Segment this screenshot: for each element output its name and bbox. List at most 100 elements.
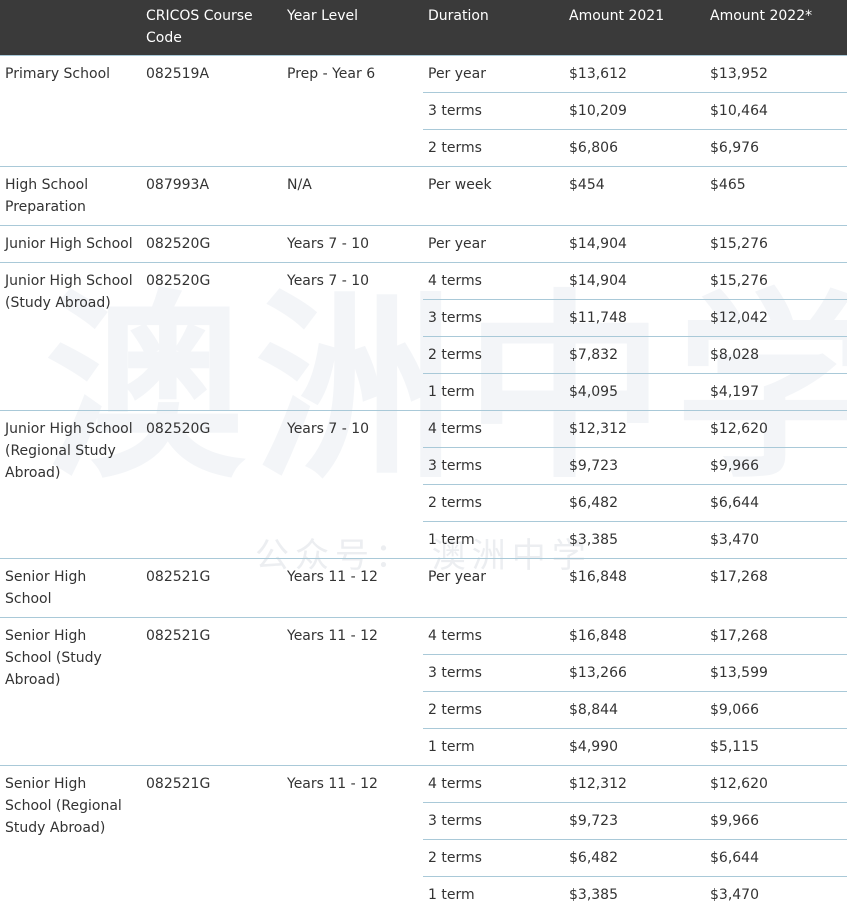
amount-2022-cell: $12,042 xyxy=(705,298,847,336)
program-name-cell: Junior High School (Regional Study Abroa… xyxy=(0,409,141,558)
duration-cell: 4 terms xyxy=(423,616,564,654)
amount-2021-cell: $8,844 xyxy=(564,690,705,728)
table-header: CRICOS Course Code Year Level Duration A… xyxy=(0,0,847,55)
table-row: Senior High School 082521G Years 11 - 12 Pe… xyxy=(0,557,847,617)
duration-cell: 4 terms xyxy=(423,261,564,299)
amount-2021-cell: $14,904 xyxy=(564,261,705,299)
amount-2021-cell: $3,385 xyxy=(564,875,705,913)
year-level-cell: Prep - Year 6 xyxy=(282,54,423,166)
amount-2022-cell: $8,028 xyxy=(705,335,847,373)
program-name-cell: Primary School xyxy=(0,54,141,166)
year-level-cell: Years 11 - 12 xyxy=(282,616,423,765)
header-year-level: Year Level xyxy=(287,8,359,24)
header-amount-2021: Amount 2021 xyxy=(569,8,665,24)
cricos-code-cell: 082520G xyxy=(141,409,282,558)
header-amount-2022: Amount 2022* xyxy=(710,8,813,24)
amount-2022-cell: $10,464 xyxy=(705,91,847,129)
table-row: Primary School 082519A Prep - Year 6 Per ye… xyxy=(0,54,847,166)
amount-2022-cell: $3,470 xyxy=(705,875,847,913)
amount-2021-cell: $14,904 xyxy=(564,224,705,262)
duration-cell: 1 term xyxy=(423,520,564,558)
duration-cell: Per year xyxy=(423,557,564,617)
amount-2021-cell: $9,723 xyxy=(564,446,705,484)
cricos-code-cell: 087993A xyxy=(141,165,282,225)
amount-2021-cell: $4,095 xyxy=(564,372,705,410)
table-body: Primary School 082519A Prep - Year 6 Per ye… xyxy=(0,54,847,913)
amount-2022-cell: $17,268 xyxy=(705,616,847,654)
program-name-cell: Senior High School xyxy=(0,557,141,617)
header-program xyxy=(0,0,141,55)
cricos-code-cell: 082520G xyxy=(141,224,282,262)
program-name-cell: High School Preparation xyxy=(0,165,141,225)
duration-cell: 3 terms xyxy=(423,653,564,691)
amount-2021-cell: $6,482 xyxy=(564,838,705,876)
amount-2021-cell: $6,806 xyxy=(564,128,705,166)
amount-2021-cell: $6,482 xyxy=(564,483,705,521)
program-name-cell: Senior High School (Regional Study Abroa… xyxy=(0,764,141,913)
year-level-cell: Years 11 - 12 xyxy=(282,557,423,617)
amount-2022-cell: $13,952 xyxy=(705,54,847,92)
amount-2021-cell: $11,748 xyxy=(564,298,705,336)
header-cricos-code: CRICOS Course Code xyxy=(146,8,253,46)
duration-cell: Per week xyxy=(423,165,564,225)
header-row: CRICOS Course Code Year Level Duration A… xyxy=(0,0,847,55)
amount-2021-cell: $3,385 xyxy=(564,520,705,558)
header-duration: Duration xyxy=(428,8,489,24)
cricos-code-cell: 082520G xyxy=(141,261,282,410)
tuition-fees-table: CRICOS Course Code Year Level Duration A… xyxy=(0,0,847,913)
year-level-cell: Years 7 - 10 xyxy=(282,224,423,262)
amount-2022-cell: $6,644 xyxy=(705,483,847,521)
amount-2022-cell: $17,268 xyxy=(705,557,847,617)
table-row: Junior High School (Regional Study Abroa… xyxy=(0,409,847,558)
amount-2022-cell: $5,115 xyxy=(705,727,847,765)
amount-2022-cell: $9,966 xyxy=(705,801,847,839)
duration-cell: 2 terms xyxy=(423,483,564,521)
amount-2022-cell: $6,976 xyxy=(705,128,847,166)
duration-cell: 3 terms xyxy=(423,446,564,484)
year-level-cell: Years 11 - 12 xyxy=(282,764,423,913)
duration-cell: Per year xyxy=(423,224,564,262)
duration-cell: 1 term xyxy=(423,372,564,410)
duration-cell: 3 terms xyxy=(423,298,564,336)
duration-cell: 2 terms xyxy=(423,838,564,876)
amount-2022-cell: $12,620 xyxy=(705,409,847,447)
amount-2021-cell: $16,848 xyxy=(564,616,705,654)
duration-cell: 2 terms xyxy=(423,690,564,728)
year-level-cell: Years 7 - 10 xyxy=(282,409,423,558)
duration-cell: Per year xyxy=(423,54,564,92)
program-name-cell: Junior High School (Study Abroad) xyxy=(0,261,141,410)
cricos-code-cell: 082519A xyxy=(141,54,282,166)
amount-2022-cell: $9,966 xyxy=(705,446,847,484)
table-row: High School Preparation 087993A N/A Per wee… xyxy=(0,165,847,225)
duration-cell: 3 terms xyxy=(423,91,564,129)
amount-2021-cell: $10,209 xyxy=(564,91,705,129)
amount-2021-cell: $13,266 xyxy=(564,653,705,691)
program-name-cell: Senior High School (Study Abroad) xyxy=(0,616,141,765)
cricos-code-cell: 082521G xyxy=(141,616,282,765)
cricos-code-cell: 082521G xyxy=(141,764,282,913)
amount-2022-cell: $13,599 xyxy=(705,653,847,691)
duration-cell: 1 term xyxy=(423,727,564,765)
amount-2022-cell: $15,276 xyxy=(705,261,847,299)
year-level-cell: Years 7 - 10 xyxy=(282,261,423,410)
duration-cell: 2 terms xyxy=(423,335,564,373)
program-name-cell: Junior High School xyxy=(0,224,141,262)
amount-2022-cell: $3,470 xyxy=(705,520,847,558)
table-row: Junior High School (Study Abroad) 082520G… xyxy=(0,261,847,410)
cricos-code-cell: 082521G xyxy=(141,557,282,617)
year-level-cell: N/A xyxy=(282,165,423,225)
amount-2022-cell: $15,276 xyxy=(705,224,847,262)
duration-cell: 1 term xyxy=(423,875,564,913)
amount-2021-cell: $7,832 xyxy=(564,335,705,373)
amount-2021-cell: $16,848 xyxy=(564,557,705,617)
amount-2021-cell: $454 xyxy=(564,165,705,225)
amount-2021-cell: $4,990 xyxy=(564,727,705,765)
duration-cell: 4 terms xyxy=(423,409,564,447)
table-row: Senior High School (Study Abroad) 082521G… xyxy=(0,616,847,765)
table-row: Senior High School (Regional Study Abroa… xyxy=(0,764,847,913)
amount-2022-cell: $12,620 xyxy=(705,764,847,802)
duration-cell: 4 terms xyxy=(423,764,564,802)
amount-2022-cell: $9,066 xyxy=(705,690,847,728)
amount-2021-cell: $13,612 xyxy=(564,54,705,92)
amount-2022-cell: $4,197 xyxy=(705,372,847,410)
